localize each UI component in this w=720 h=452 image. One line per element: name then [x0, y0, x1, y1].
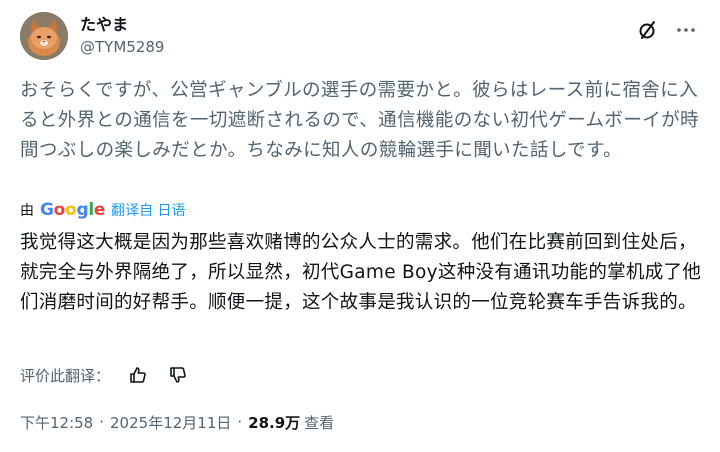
google-logo: Google — [40, 200, 106, 220]
more-icon[interactable] — [672, 16, 700, 44]
author-names[interactable]: たやま @TYM5289 — [80, 14, 164, 58]
handle[interactable]: @TYM5289 — [80, 36, 164, 58]
original-post-text: おそらくですが、公営ギャンブルの選手の需要かと。彼らはレース前に宿舎に入ると外界… — [20, 80, 699, 161]
separator-dot: · — [99, 413, 105, 431]
post-header: たやま @TYM5289 — [20, 12, 700, 62]
translated-post-text: 我觉得这大概是因为那些喜欢赌博的公众人士的需求。他们在比赛前回到住处后，就完全与… — [20, 232, 702, 313]
post-meta: 下午12:58 · 2025年12月11日 · 28.9万 查看 — [20, 411, 334, 433]
rate-translation-row: 评价此翻译： — [20, 362, 192, 388]
thumbs-up-icon[interactable] — [124, 361, 152, 389]
post-time[interactable]: 下午12:58 — [20, 412, 93, 433]
views-label: 查看 — [304, 413, 335, 432]
thumbs-down-icon[interactable] — [164, 361, 192, 389]
separator-dot: · — [237, 413, 243, 431]
translation-attribution: 由 Google 翻译自 日语 — [20, 199, 186, 221]
post-date[interactable]: 2025年12月11日 — [110, 412, 231, 433]
rate-translation-label: 评价此翻译： — [20, 366, 111, 385]
translated-from-link[interactable]: 翻译自 日语 — [111, 200, 185, 220]
display-name[interactable]: たやま — [80, 14, 164, 36]
top-actions — [634, 16, 700, 44]
avatar[interactable] — [20, 12, 68, 60]
translated-by-label: 由 — [20, 203, 34, 219]
views-count: 28.9万 — [248, 413, 301, 432]
slashed-circle-icon[interactable] — [634, 16, 662, 44]
